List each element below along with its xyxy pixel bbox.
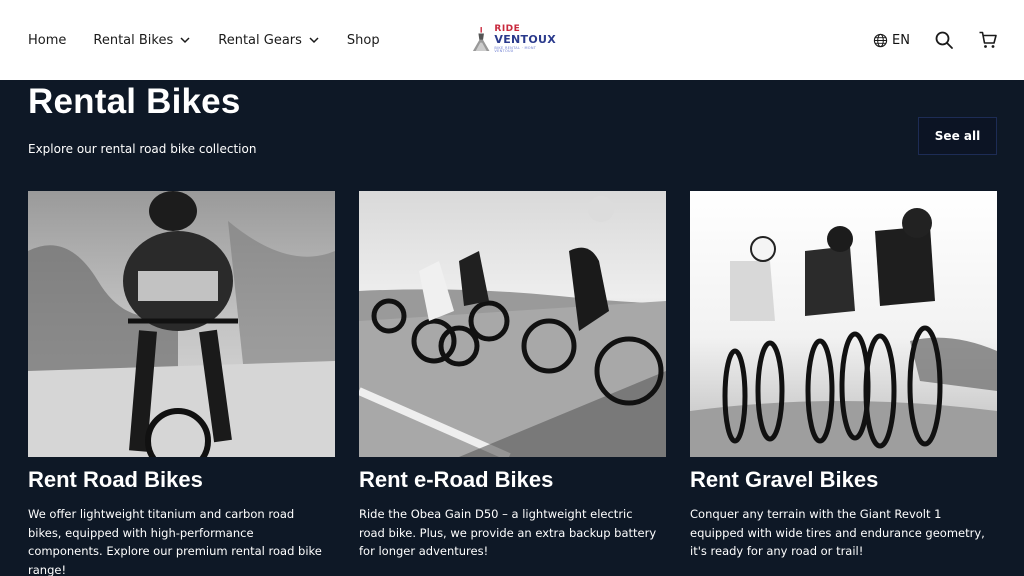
search-icon[interactable] [934, 30, 954, 50]
cyclist-climbing-photo [28, 191, 335, 457]
header-tools: EN [873, 0, 998, 80]
site-header: Home Rental Bikes Rental Gears Shop RIDE… [0, 0, 1024, 80]
globe-icon [873, 33, 888, 47]
section-title: Rental Bikes [28, 82, 241, 121]
chevron-down-icon [309, 37, 319, 44]
nav-rental-bikes[interactable]: Rental Bikes [93, 33, 191, 48]
main-nav: Home Rental Bikes Rental Gears Shop [28, 0, 380, 80]
see-all-button[interactable]: See all [918, 117, 997, 155]
card-image[interactable] [359, 191, 666, 457]
site-logo[interactable]: RIDE VENTOUX BIKE RENTAL · MONT VENTOUX [472, 22, 556, 56]
card-gravel-bikes[interactable]: Rent Gravel Bikes Conquer any terrain wi… [690, 191, 997, 561]
nav-home-label: Home [28, 32, 67, 48]
cart-icon[interactable] [978, 30, 998, 50]
ventoux-tower-icon [472, 27, 490, 51]
card-description: We offer lightweight titanium and carbon… [28, 507, 322, 576]
card-title[interactable]: Rent Road Bikes [28, 467, 335, 493]
nav-rental-gears-label: Rental Gears [218, 32, 302, 48]
nav-rental-bikes-label: Rental Bikes [93, 32, 174, 48]
section-subtitle: Explore our rental road bike collection [28, 142, 257, 156]
card-title[interactable]: Rent Gravel Bikes [690, 467, 997, 493]
group-cyclists-photo [359, 191, 666, 457]
card-e-road-bikes[interactable]: Rent e-Road Bikes Ride the Obea Gain D50… [359, 191, 666, 561]
card-description: Ride the Obea Gain D50 – a lightweight e… [359, 507, 657, 558]
card-image[interactable] [28, 191, 335, 457]
card-title[interactable]: Rent e-Road Bikes [359, 467, 666, 493]
logo-ventoux: VENTOUX [494, 32, 556, 46]
nav-shop-label: Shop [346, 32, 380, 48]
chevron-down-icon [180, 37, 190, 44]
gravel-cyclists-photo [690, 191, 997, 457]
language-label: EN [892, 32, 910, 48]
nav-home[interactable]: Home [28, 33, 66, 48]
logo-tagline: BIKE RENTAL · MONT VENTOUX [494, 45, 537, 53]
nav-shop[interactable]: Shop [347, 33, 380, 48]
logo-text: RIDE VENTOUX BIKE RENTAL · MONT VENTOUX [494, 24, 556, 54]
card-image[interactable] [690, 191, 997, 457]
nav-rental-gears[interactable]: Rental Gears [218, 33, 320, 48]
card-road-bikes[interactable]: Rent Road Bikes We offer lightweight tit… [28, 191, 335, 576]
language-selector[interactable]: EN [873, 33, 910, 48]
card-description: Conquer any terrain with the Giant Revol… [690, 507, 985, 558]
